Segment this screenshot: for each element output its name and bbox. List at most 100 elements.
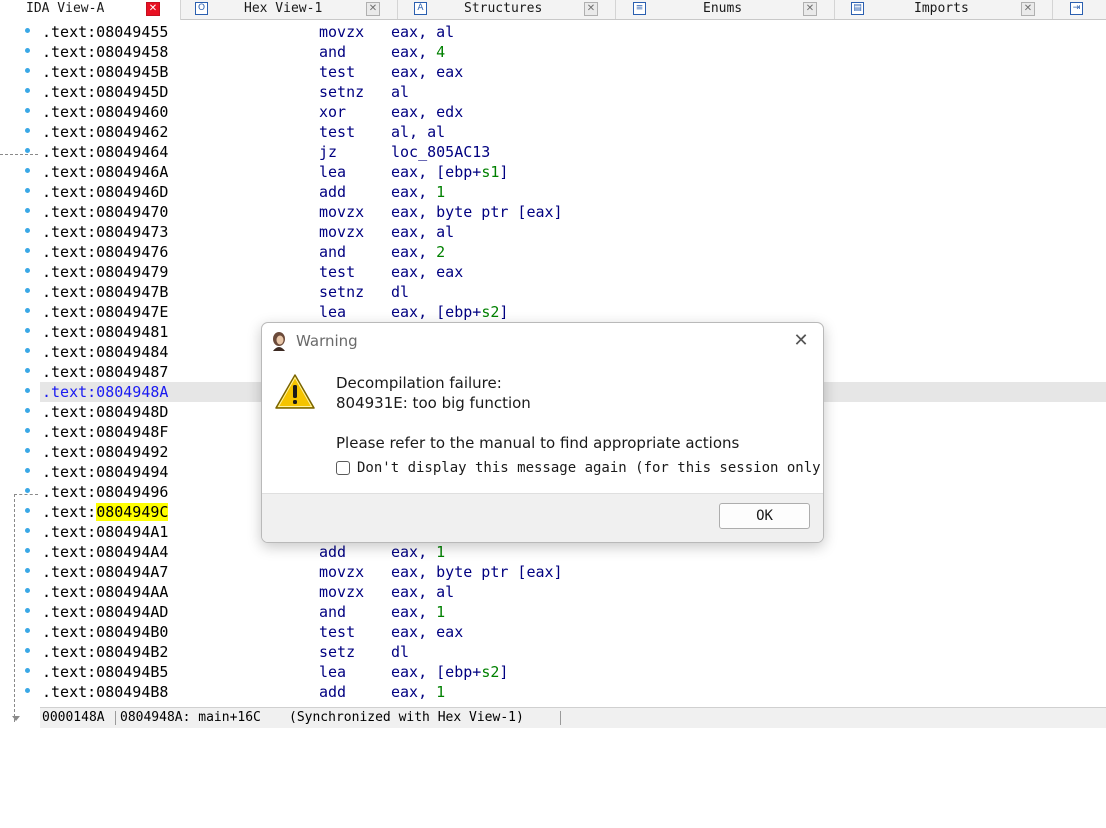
listing-row[interactable]: .text:080494B0 test eax, eax xyxy=(40,622,1106,642)
breakpoint-marker[interactable] xyxy=(25,448,30,453)
listing-row[interactable]: .text:08049470 movzx eax, byte ptr [eax] xyxy=(40,202,1106,222)
address-label[interactable]: .text:08049487 xyxy=(42,362,168,382)
listing-row[interactable]: .text:080494AA movzx eax, al xyxy=(40,582,1106,602)
breakpoint-marker[interactable] xyxy=(25,28,30,33)
breakpoint-marker[interactable] xyxy=(25,668,30,673)
breakpoint-marker[interactable] xyxy=(25,128,30,133)
breakpoint-marker[interactable] xyxy=(25,588,30,593)
breakpoint-marker[interactable] xyxy=(25,568,30,573)
close-icon[interactable]: ✕ xyxy=(788,329,814,353)
listing-row[interactable]: .text:08049464 jz loc_805AC13 xyxy=(40,142,1106,162)
breakpoint-marker[interactable] xyxy=(25,468,30,473)
breakpoint-marker[interactable] xyxy=(25,508,30,513)
breakpoint-marker[interactable] xyxy=(25,388,30,393)
address-label[interactable]: .text:080494A1 xyxy=(42,522,168,542)
breakpoint-marker[interactable] xyxy=(25,548,30,553)
breakpoint-marker[interactable] xyxy=(25,368,30,373)
listing-row[interactable]: .text:0804947B setnz dl xyxy=(40,282,1106,302)
breakpoint-marker[interactable] xyxy=(25,628,30,633)
address-label[interactable]: .text:08049460 xyxy=(42,102,168,122)
dont-display-checkbox[interactable] xyxy=(336,461,350,475)
address-label[interactable]: .text:08049473 xyxy=(42,222,168,242)
breakpoint-marker[interactable] xyxy=(25,268,30,273)
close-icon[interactable]: ✕ xyxy=(584,2,598,16)
breakpoint-marker[interactable] xyxy=(25,68,30,73)
listing-row[interactable]: .text:08049460 xor eax, edx xyxy=(40,102,1106,122)
breakpoint-marker[interactable] xyxy=(25,648,30,653)
address-label[interactable]: .text:0804946D xyxy=(42,182,168,202)
breakpoint-marker[interactable] xyxy=(25,88,30,93)
ok-button[interactable]: OK xyxy=(719,503,810,529)
address-label[interactable]: .text:080494A7 xyxy=(42,562,168,582)
address-label[interactable]: .text:08049496 xyxy=(42,482,168,502)
address-label[interactable]: .text:0804948A xyxy=(42,382,168,402)
breakpoint-marker[interactable] xyxy=(25,168,30,173)
listing-row[interactable]: .text:080494A7 movzx eax, byte ptr [eax] xyxy=(40,562,1106,582)
listing-row[interactable]: .text:08049458 and eax, 4 xyxy=(40,42,1106,62)
address-label[interactable]: .text:0804947E xyxy=(42,302,168,322)
address-label[interactable]: .text:08049494 xyxy=(42,462,168,482)
close-icon[interactable]: ✕ xyxy=(146,2,160,16)
listing-row[interactable]: .text:080494A4 add eax, 1 xyxy=(40,542,1106,562)
listing-row[interactable]: .text:0804946D add eax, 1 xyxy=(40,182,1106,202)
listing-row[interactable]: .text:080494B8 add eax, 1 xyxy=(40,682,1106,702)
address-label[interactable]: .text:0804947B xyxy=(42,282,168,302)
breakpoint-marker[interactable] xyxy=(25,208,30,213)
tab-imports[interactable]: ▤ Imports ✕ xyxy=(835,0,1053,19)
listing-row[interactable]: .text:0804946A lea eax, [ebp+s1] xyxy=(40,162,1106,182)
tab-structures[interactable]: A Structures ✕ xyxy=(398,0,616,19)
address-label[interactable]: .text:080494B5 xyxy=(42,662,168,682)
breakpoint-marker[interactable] xyxy=(25,528,30,533)
breakpoint-marker[interactable] xyxy=(25,608,30,613)
address-label[interactable]: .text:08049479 xyxy=(42,262,168,282)
address-label[interactable]: .text:0804945D xyxy=(42,82,168,102)
listing-row[interactable]: .text:08049473 movzx eax, al xyxy=(40,222,1106,242)
address-label[interactable]: .text:0804948D xyxy=(42,402,168,422)
address-label[interactable]: .text:080494AA xyxy=(42,582,168,602)
address-label[interactable]: .text:0804945B xyxy=(42,62,168,82)
tab-exports[interactable]: ⇥ xyxy=(1053,0,1106,19)
listing-row[interactable]: .text:08049462 test al, al xyxy=(40,122,1106,142)
address-label[interactable]: .text:08049476 xyxy=(42,242,168,262)
breakpoint-marker[interactable] xyxy=(25,488,30,493)
address-label[interactable]: .text:0804948F xyxy=(42,422,168,442)
breakpoint-marker[interactable] xyxy=(25,108,30,113)
tab-enums[interactable]: ≡ Enums ✕ xyxy=(616,0,835,19)
listing-row[interactable]: .text:08049455 movzx eax, al xyxy=(40,22,1106,42)
address-label[interactable]: .text:0804946A xyxy=(42,162,168,182)
tab-ida-view-a[interactable]: IDA View-A ✕ xyxy=(0,0,181,20)
dont-display-label[interactable]: Don't display this message again (for th… xyxy=(357,460,823,476)
close-icon[interactable]: ✕ xyxy=(803,2,817,16)
listing-row[interactable]: .text:0804947E lea eax, [ebp+s2] xyxy=(40,302,1106,322)
breakpoint-marker[interactable] xyxy=(25,248,30,253)
address-label[interactable]: .text:080494B8 xyxy=(42,682,168,702)
listing-row[interactable]: .text:080494AD and eax, 1 xyxy=(40,602,1106,622)
close-icon[interactable]: ✕ xyxy=(366,2,380,16)
address-label[interactable]: .text:080494A4 xyxy=(42,542,168,562)
address-label[interactable]: .text:08049470 xyxy=(42,202,168,222)
breakpoint-marker[interactable] xyxy=(25,288,30,293)
close-icon[interactable]: ✕ xyxy=(1021,2,1035,16)
breakpoint-marker[interactable] xyxy=(25,148,30,153)
listing-row[interactable]: .text:0804945B test eax, eax xyxy=(40,62,1106,82)
address-label[interactable]: .text:08049462 xyxy=(42,122,168,142)
address-label[interactable]: .text:0804949C xyxy=(42,502,169,522)
listing-row[interactable]: .text:08049476 and eax, 2 xyxy=(40,242,1106,262)
breakpoint-marker[interactable] xyxy=(25,48,30,53)
address-label[interactable]: .text:08049464 xyxy=(42,142,168,162)
breakpoint-marker[interactable] xyxy=(25,308,30,313)
listing-row[interactable]: .text:080494B5 lea eax, [ebp+s2] xyxy=(40,662,1106,682)
address-label[interactable]: .text:08049492 xyxy=(42,442,168,462)
breakpoint-marker[interactable] xyxy=(25,228,30,233)
listing-row[interactable]: .text:08049479 test eax, eax xyxy=(40,262,1106,282)
breakpoint-marker[interactable] xyxy=(25,188,30,193)
breakpoint-marker[interactable] xyxy=(25,408,30,413)
address-label[interactable]: .text:080494B0 xyxy=(42,622,168,642)
address-label[interactable]: .text:08049484 xyxy=(42,342,168,362)
breakpoint-marker[interactable] xyxy=(25,348,30,353)
breakpoint-marker[interactable] xyxy=(25,328,30,333)
tab-hex-view-1[interactable]: O Hex View-1 ✕ xyxy=(181,0,398,19)
listing-row[interactable]: .text:080494B2 setz dl xyxy=(40,642,1106,662)
breakpoint-marker[interactable] xyxy=(25,428,30,433)
listing-row[interactable]: .text:0804945D setnz al xyxy=(40,82,1106,102)
